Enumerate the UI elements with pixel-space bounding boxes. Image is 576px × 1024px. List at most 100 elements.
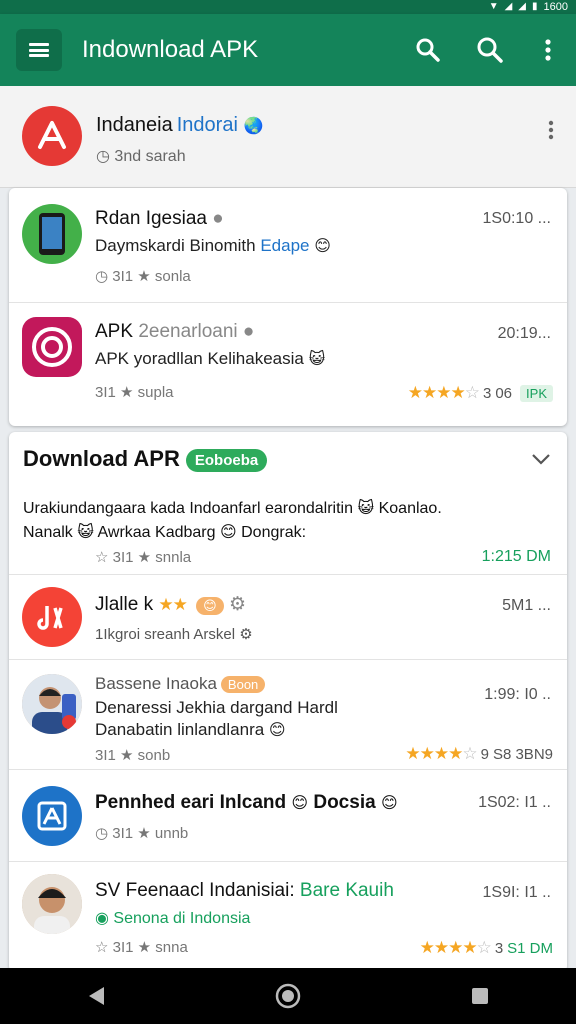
signal-icon: ◢ <box>504 1 513 12</box>
list-item[interactable]: Jlalle k ★★ 😊 ⚙ 1Ikgroi sreanh Arskel ⚙ … <box>9 575 567 660</box>
row-title-text: SV Feenaacl Indanisiai: <box>95 880 295 901</box>
app-icon-phone <box>22 204 82 264</box>
row-description-1: Denaressi Jekhia dargand Hardl <box>95 698 338 717</box>
row-meta-text: 3I1 ★ snna <box>112 939 188 956</box>
emoji-icon: 😊 <box>268 722 286 739</box>
acrobat-icon <box>38 121 66 149</box>
recents-button[interactable] <box>450 971 510 1021</box>
row-line-blue: Edape <box>260 236 310 255</box>
app-title: Indownload APK <box>82 36 259 63</box>
settings-icon: ⚙ <box>228 594 247 615</box>
list-item[interactable]: SV Feenaacl Indanisiai: Bare Kauih ◉ Sen… <box>9 862 567 972</box>
home-circle-icon <box>275 983 301 1009</box>
clock-icon: ◷ <box>95 268 109 285</box>
signal-icon-2: ◢ <box>518 1 526 12</box>
more-vert-icon <box>545 39 551 61</box>
row-meta-text: 3I1 ★ sonb <box>95 747 171 764</box>
store-icon <box>37 801 67 831</box>
search-button-2[interactable] <box>470 30 510 70</box>
row-badge: Boon <box>220 676 266 693</box>
row-meta: 3I1 ★ sonb <box>95 746 170 764</box>
emoji-icon: 😊 <box>314 238 331 255</box>
row-meta: 1Ikgroi sreanh Arskel ⚙ <box>95 625 253 643</box>
row-time: 1:99: I0 .. <box>484 686 551 703</box>
system-nav-bar <box>0 968 576 1024</box>
chevron-down-icon <box>532 454 550 465</box>
list-item[interactable]: Rdan Igesiaa ● Daymskardi Binomith Edape… <box>9 188 567 303</box>
row-time: 20:19... <box>497 325 551 342</box>
row-title-green: Bare Kauih <box>299 880 394 901</box>
featured-app[interactable]: Indaneia Indorai 🌏 ◷ 3nd sarah <box>0 86 576 188</box>
list-item[interactable]: Pennhed eari Inlcand 😊 Docsia 😊 ◷ 3I1 ★ … <box>9 770 567 862</box>
emoji-badge-icon: 😊 <box>196 597 224 615</box>
featured-sub-text: 3nd sarah <box>114 148 186 165</box>
row-title-text: Pennhed eari Inlcand <box>95 792 287 813</box>
home-button[interactable] <box>258 971 318 1021</box>
intro-line-2: Nanalk 😺 Awrkaa Kadbarg 😊 Dongrak: <box>23 522 306 542</box>
intro-line2a: Nanalk <box>23 524 73 541</box>
featured-more-button[interactable] <box>548 120 554 145</box>
check-circle-icon: ◉ <box>95 910 109 927</box>
row-title-text: Bassene Inaoka <box>95 674 217 693</box>
featured-title-text: Indaneia <box>96 114 173 136</box>
row-time: 1S02: I1 .. <box>478 794 551 811</box>
intro-line2c: Dongrak: <box>241 524 307 541</box>
row-meta-text: 3I1 ★ supla <box>95 384 174 401</box>
emoji-icon: 😺 <box>77 524 94 541</box>
featured-title: Indaneia Indorai 🌏 <box>96 114 263 137</box>
row-meta-text: 3I1 ★ unnb <box>112 825 189 842</box>
list-item[interactable]: APK 2eenarloani ● APK yoradllan Kelihake… <box>9 303 567 426</box>
search-icon <box>477 37 503 63</box>
overflow-menu-button[interactable] <box>528 30 568 70</box>
emoji-icon: 😺 <box>308 351 326 368</box>
avatar <box>22 874 82 934</box>
stars-icon: ★★ <box>158 595 188 614</box>
row-line-green: Senona di Indonsia <box>113 910 251 927</box>
row-description: Daymskardi Binomith Edape 😊 <box>95 236 331 256</box>
type-tag: IPK <box>520 384 553 402</box>
back-button[interactable] <box>66 971 126 1021</box>
globe-badge-icon: 🌏 <box>243 118 264 135</box>
row-title-2: Docsia <box>313 792 376 813</box>
verified-icon: ● <box>212 208 224 229</box>
list-item[interactable]: Bassene Inaoka Boon Denaressi Jekhia darg… <box>9 660 567 770</box>
clock-icon: ◷ <box>95 825 109 842</box>
row-meta-text: 3I1 ★ sonla <box>112 268 191 285</box>
status-time: 1600 <box>543 1 568 13</box>
row-title: Pennhed eari Inlcand 😊 Docsia 😊 <box>95 792 398 814</box>
rating-extra: 06 <box>495 384 513 402</box>
row-meta: ☆ 3I1 ★ snna <box>95 938 188 956</box>
hamburger-icon <box>29 43 49 57</box>
row-meta: ◷ 3I1 ★ unnb <box>95 824 188 842</box>
rating-extra: S8 3BN9 <box>492 745 553 763</box>
row-line-text: APK yoradllan Kelihakeasia <box>95 349 304 368</box>
star-rating-icon: ★★★★☆ <box>405 744 477 763</box>
collapse-button[interactable] <box>531 452 551 470</box>
menu-button[interactable] <box>16 29 62 71</box>
row-title: SV Feenaacl Indanisiai: Bare Kauih <box>95 880 394 902</box>
rating-extra: S1 DM <box>507 939 553 957</box>
person-avatar-icon <box>22 674 82 734</box>
search-button[interactable] <box>408 30 448 70</box>
star-rating-icon: ★★★★☆ <box>419 938 492 957</box>
row-line2-text: Danabatin linlandlanra <box>95 720 265 739</box>
star-outline-icon: ☆ <box>95 549 109 566</box>
row-title-gray: 2eenarloani <box>138 321 238 342</box>
status-bar: ▼ ◢ ◢ ▮ 1600 <box>0 0 576 14</box>
intro-line-1: Urakiundangaara kada Indoanfarl earondal… <box>23 498 442 518</box>
gear-icon: ⚙ <box>239 626 253 643</box>
intro-line1-end: Koanlao. <box>378 500 442 517</box>
rating: ★★★★☆ 3 S1 DM <box>420 938 553 958</box>
intro-item[interactable]: Urakiundangaara kada Indoanfarl earondal… <box>9 490 567 575</box>
emoji-icon: 😊 <box>219 524 237 541</box>
row-time: 5M1 ... <box>502 597 551 614</box>
row-meta: 3I1 ★ supla <box>95 383 174 401</box>
row-title: APK 2eenarloani ● <box>95 321 254 343</box>
wifi-icon: ▼ <box>488 1 499 12</box>
featured-subtitle: ◷ 3nd sarah <box>96 146 186 166</box>
row-meta-text: 1Ikgroi sreanh Arskel <box>95 626 236 643</box>
row-time: 1S0:10 ... <box>482 210 552 227</box>
row-title-text: Rdan Igesiaa <box>95 208 207 229</box>
app-icon-red <box>22 106 82 166</box>
section-pill: Eoboeba <box>185 448 268 472</box>
